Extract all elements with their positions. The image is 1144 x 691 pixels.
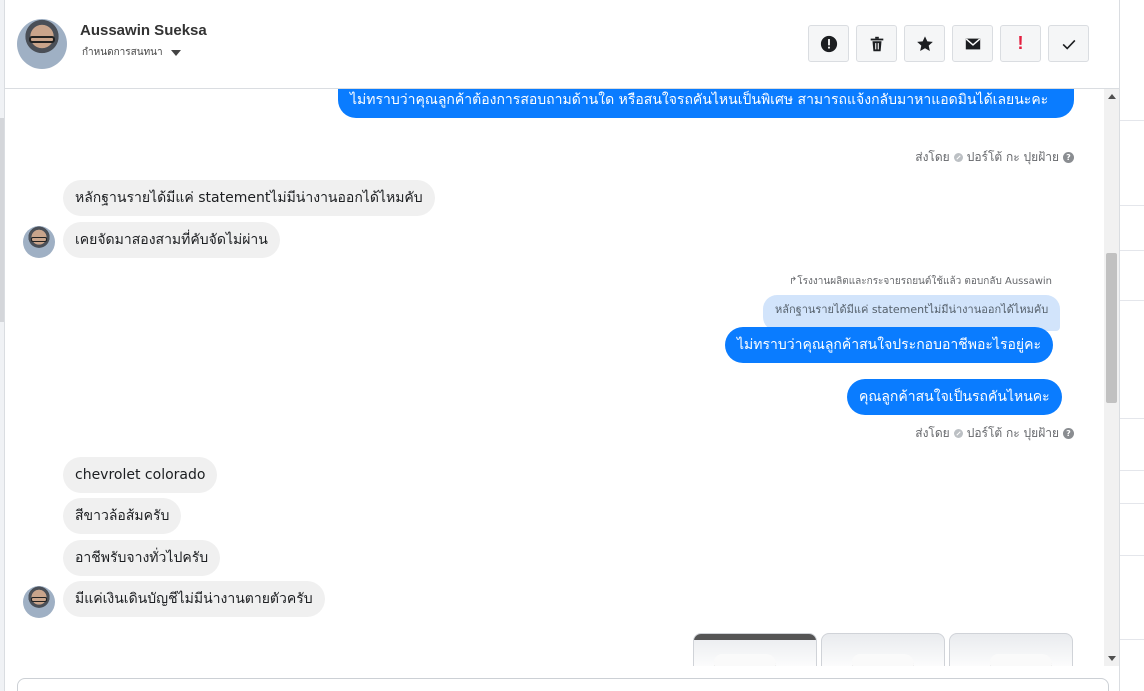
message-input[interactable] bbox=[17, 678, 1109, 691]
incoming-message[interactable]: หลักฐานรายได้มีแค่ statementไม่มีน่างานอ… bbox=[63, 180, 435, 216]
avatar[interactable] bbox=[23, 586, 55, 618]
sent-by-info: ส่งโดย ปอร์โต้ กะ ปุยฝ้าย ? bbox=[915, 148, 1074, 167]
verified-icon bbox=[953, 429, 963, 438]
conversation-header: Aussawin Sueksa กำหนดการสนทนา ! bbox=[5, 0, 1119, 89]
caret-down-icon bbox=[170, 49, 181, 56]
verified-icon bbox=[953, 153, 963, 162]
sent-by-label: ส่งโดย bbox=[915, 150, 950, 164]
incoming-message[interactable]: chevrolet colorado bbox=[63, 457, 218, 493]
incoming-message[interactable]: สีขาวล้อส้มครับ bbox=[63, 498, 182, 534]
scroll-up-arrow-icon[interactable] bbox=[1108, 94, 1116, 99]
alert-circle-icon bbox=[820, 35, 837, 52]
car-photo[interactable] bbox=[693, 633, 817, 666]
right-panel-edge bbox=[1119, 0, 1144, 691]
incoming-message[interactable]: เคยจัดมาสองสามที่คับจัดไม่ผ่าน bbox=[63, 222, 280, 258]
reply-context: ↱โรงงานผลิตและกระจายรถยนต์ใช้แล้ว ตอบกลั… bbox=[789, 274, 1052, 289]
quoted-message[interactable]: หลักฐานรายได้มีแค่ statementไม่มีน่างานอ… bbox=[763, 295, 1061, 331]
avatar[interactable] bbox=[17, 19, 67, 69]
incoming-message[interactable]: มีแค่เงินเดินบัญชีไม่มีน่างานตายตัวครับ bbox=[63, 581, 325, 617]
assign-conversation-dropdown[interactable]: กำหนดการสนทนา bbox=[82, 45, 181, 60]
delete-button[interactable] bbox=[856, 25, 897, 62]
sent-by-info: ส่งโดย ปอร์โต้ กะ ปุยฝ้าย ? bbox=[915, 424, 1074, 443]
mark-spam-button[interactable]: ! bbox=[1000, 25, 1041, 62]
reply-note-text: โรงงานผลิตและกระจายรถยนต์ใช้แล้ว ตอบกลับ… bbox=[797, 276, 1052, 287]
message-thread[interactable]: ไม่ทราบว่าคุณลูกค้าต้องการสอบถามด้านใด ห… bbox=[5, 89, 1104, 666]
outgoing-message[interactable]: คุณลูกค้าสนใจเป็นรถคันไหนคะ bbox=[847, 379, 1062, 415]
check-icon bbox=[1062, 39, 1075, 50]
reply-arrow-icon: ↱ bbox=[788, 276, 798, 287]
outgoing-message[interactable]: ไม่ทราบว่าคุณลูกค้าต้องการสอบถามด้านใด ห… bbox=[338, 89, 1074, 118]
star-icon bbox=[916, 35, 933, 51]
sender-name: ปอร์โต้ กะ ปุยฝ้าย bbox=[966, 426, 1059, 440]
help-icon[interactable]: ? bbox=[1063, 152, 1074, 163]
assign-label: กำหนดการสนทนา bbox=[82, 47, 163, 58]
car-photo[interactable] bbox=[821, 633, 945, 666]
incoming-message[interactable]: อาชีพรับจางทั่วไปครับ bbox=[63, 540, 221, 576]
mark-done-button[interactable] bbox=[1048, 25, 1089, 62]
avatar[interactable] bbox=[23, 226, 55, 258]
help-icon[interactable]: ? bbox=[1063, 428, 1074, 439]
sent-by-label: ส่งโดย bbox=[915, 426, 950, 440]
header-actions: ! bbox=[808, 25, 1089, 62]
exclamation-icon: ! bbox=[1017, 33, 1024, 53]
mail-icon bbox=[965, 38, 980, 49]
thread-scrollbar[interactable] bbox=[1104, 89, 1119, 666]
outgoing-message[interactable]: ไม่ทราบว่าคุณลูกค้าสนใจประกอบอาชีพอะไรอย… bbox=[725, 327, 1053, 363]
car-photo[interactable] bbox=[949, 633, 1073, 666]
star-button[interactable] bbox=[904, 25, 945, 62]
trash-icon bbox=[870, 36, 883, 51]
contact-name[interactable]: Aussawin Sueksa bbox=[80, 22, 207, 39]
scrollbar-thumb[interactable] bbox=[1106, 253, 1117, 403]
composer-area bbox=[5, 666, 1119, 691]
mark-unread-button[interactable] bbox=[952, 25, 993, 62]
sender-name: ปอร์โต้ กะ ปุยฝ้าย bbox=[966, 150, 1059, 164]
report-button[interactable] bbox=[808, 25, 849, 62]
scroll-down-arrow-icon[interactable] bbox=[1108, 656, 1116, 661]
